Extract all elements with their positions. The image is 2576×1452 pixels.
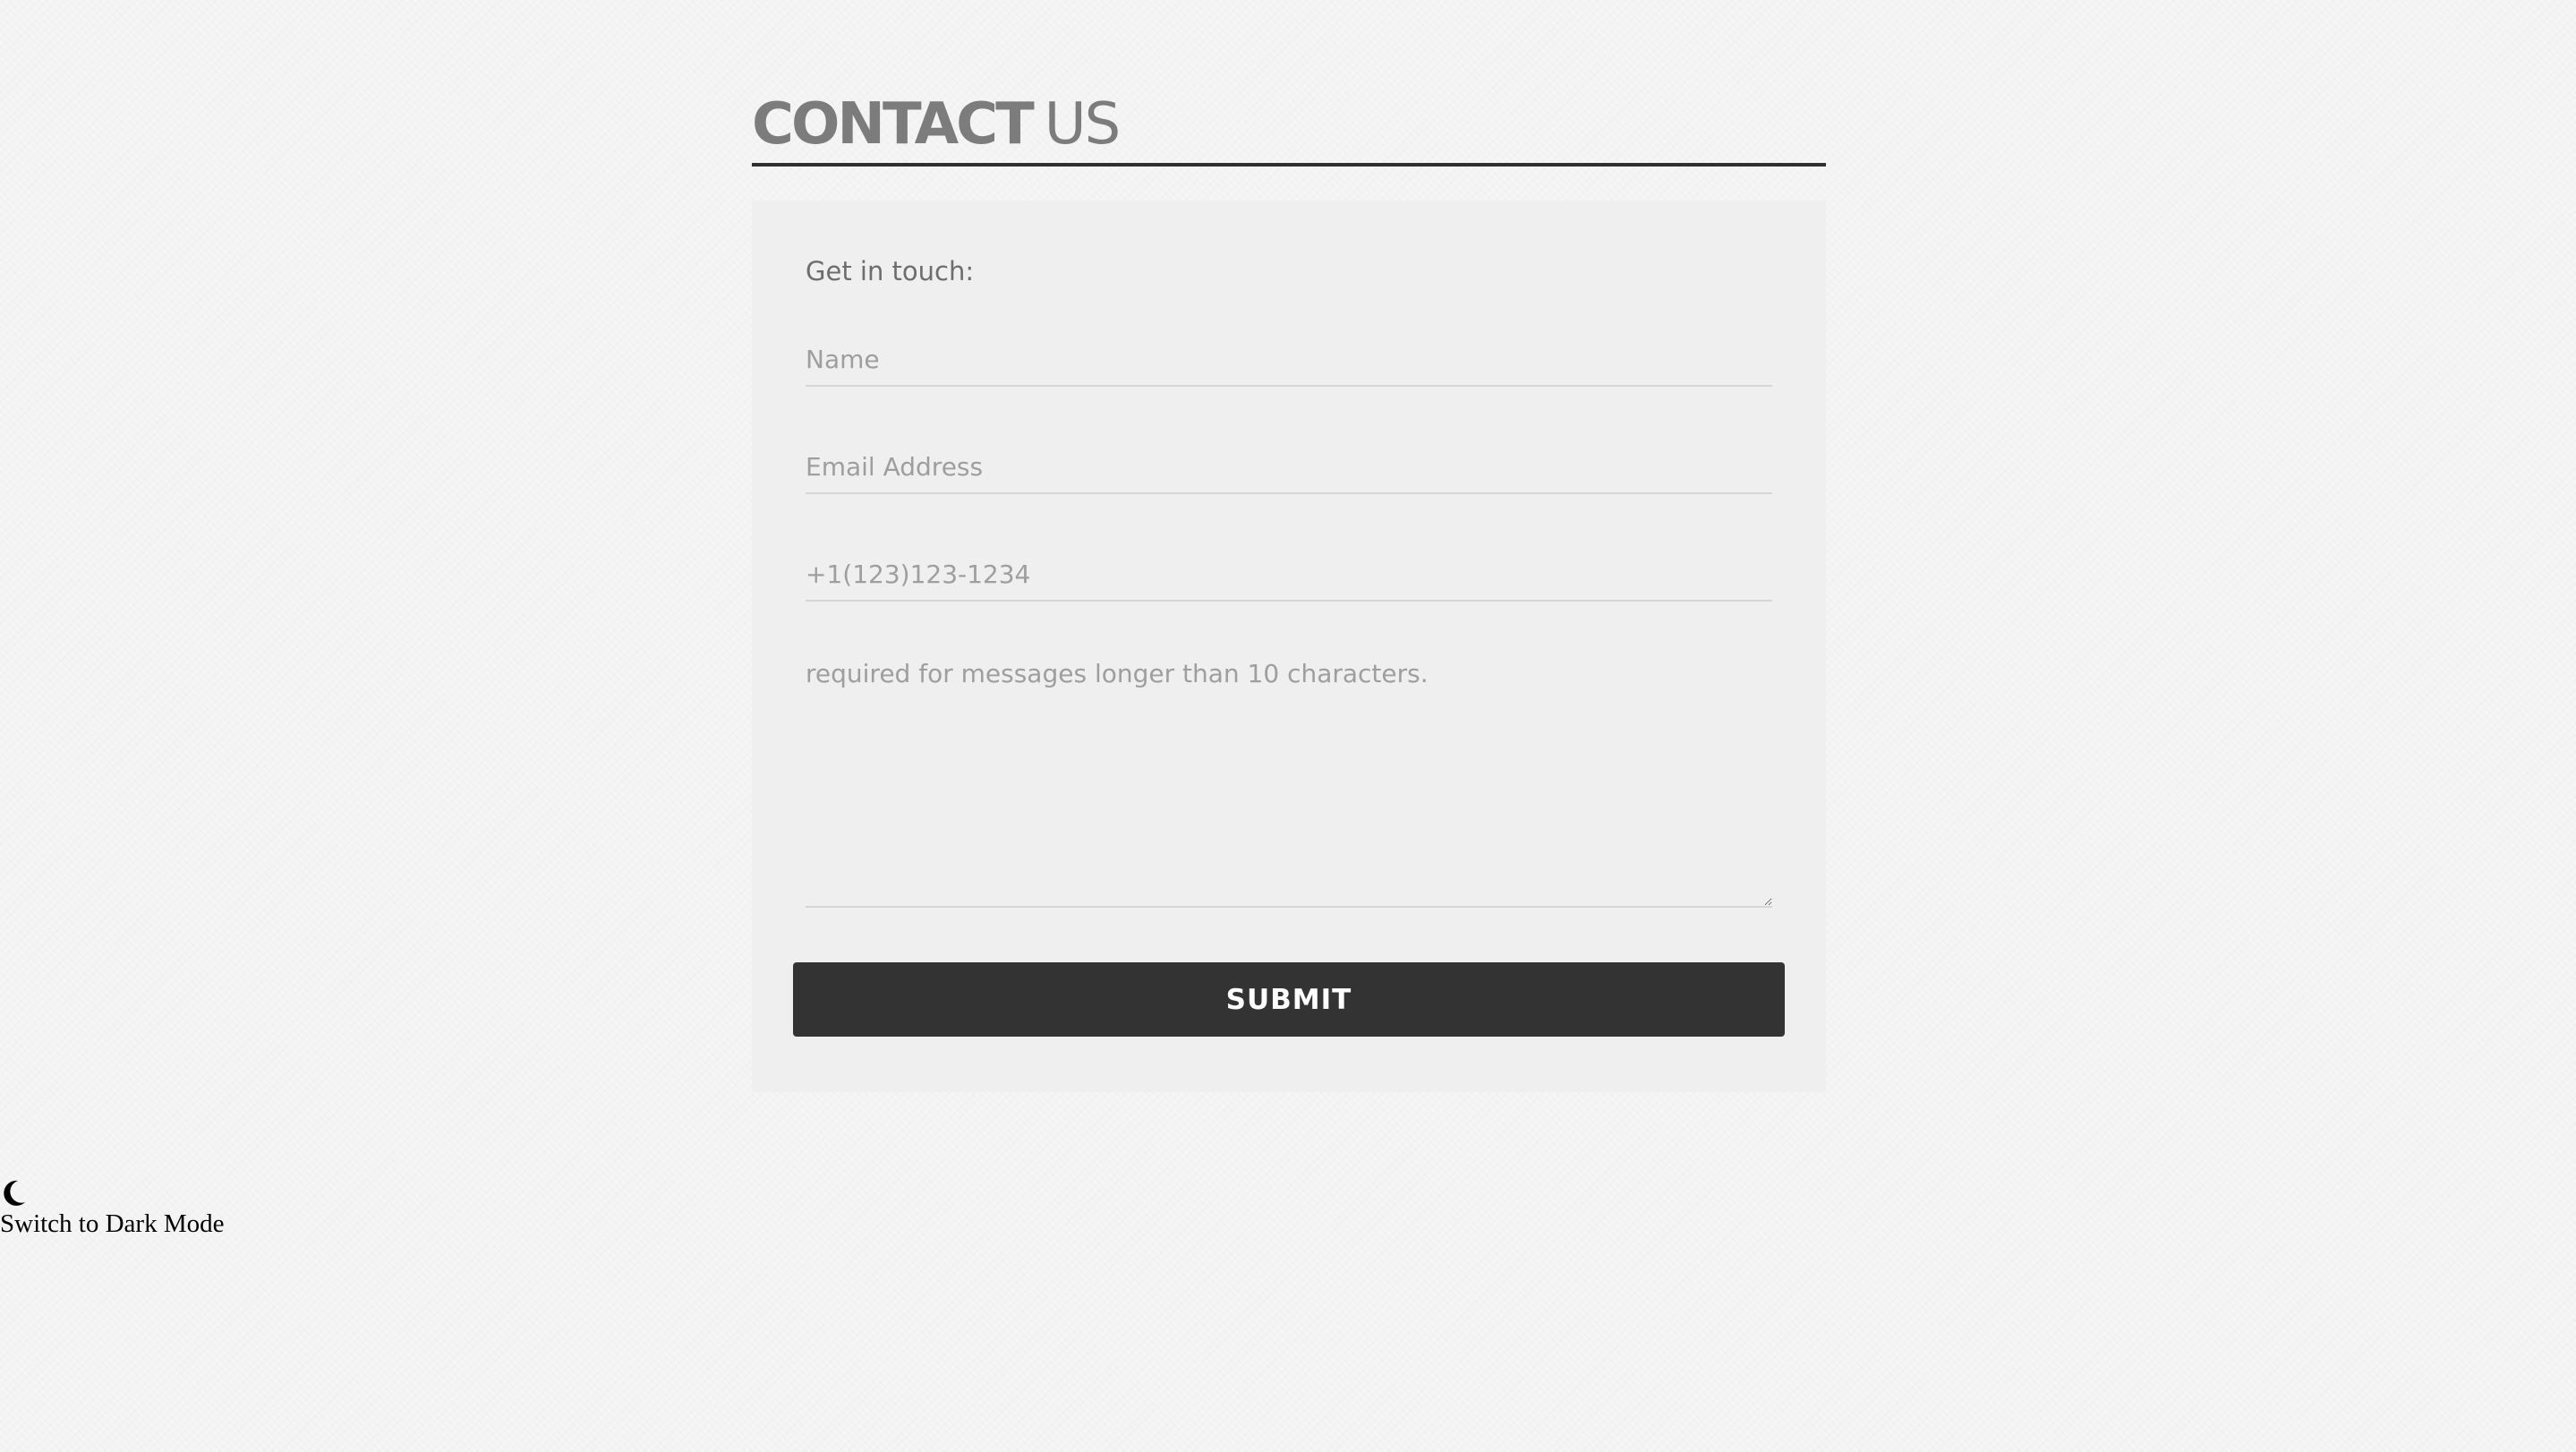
page-title: CONTACT US xyxy=(752,86,1826,163)
page-title-light: US xyxy=(1044,91,1121,158)
moon-icon xyxy=(0,1178,27,1209)
contact-form: Get in touch: SUBMIT xyxy=(752,201,1826,1092)
dark-mode-toggle[interactable]: Switch to Dark Mode xyxy=(0,1178,225,1239)
message-field[interactable] xyxy=(806,657,1772,908)
submit-button[interactable]: SUBMIT xyxy=(793,962,1785,1037)
title-divider xyxy=(752,163,1826,167)
email-field[interactable] xyxy=(806,440,1772,494)
phone-field[interactable] xyxy=(806,548,1772,602)
form-intro: Get in touch: xyxy=(806,256,975,286)
page-title-strong: CONTACT xyxy=(752,91,1035,158)
contact-section: CONTACTUS Get in touch: SUBMIT xyxy=(752,86,1826,1092)
dark-mode-label: Switch to Dark Mode xyxy=(0,1209,225,1238)
name-field[interactable] xyxy=(806,333,1772,387)
